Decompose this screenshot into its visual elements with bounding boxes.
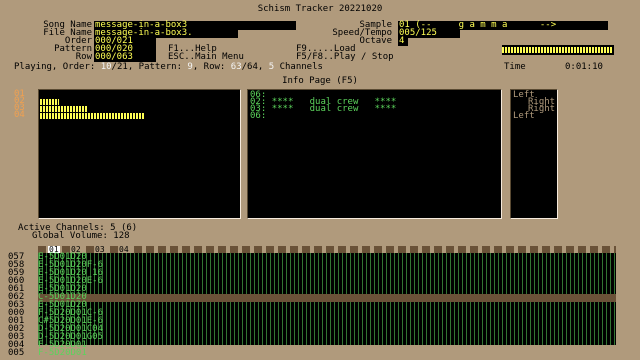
status-order-total: /21 [111, 62, 128, 72]
chan-vu-3 [40, 106, 88, 112]
info-page-title: Info Page (F5) [282, 76, 358, 86]
row-cells: F-5D20D01 [38, 348, 87, 358]
sample-line-3: 03: **** dual crew **** [250, 105, 396, 114]
chan-vu-4 [40, 113, 145, 119]
status-prefix: Playing, Order: [14, 62, 101, 72]
status-row-text: , Row: [192, 62, 231, 72]
master-vu-bar [502, 47, 612, 53]
schism-tracker-screen: Schism Tracker 20221020 Song Name messag… [0, 0, 640, 360]
sample-line-4: 06: [250, 112, 272, 121]
pattern-row[interactable]: 060 E-5D01D20E-6 [8, 277, 616, 286]
status-row: 63 [230, 62, 242, 72]
time-value: 0:01:10 [565, 62, 603, 72]
pattern-row[interactable]: 005 F-5D20D01 [8, 348, 616, 358]
playback-status: Playing, Order: 10/21, Pattern: 9, Row: … [14, 63, 323, 72]
app-title: Schism Tracker 20221020 [257, 4, 383, 14]
row-field[interactable]: 000/063 [94, 53, 156, 62]
pattern-row[interactable]: 062 C-5D01D20 [8, 293, 616, 302]
status-order: 10 [100, 62, 112, 72]
chan-vu-2 [40, 99, 59, 105]
global-volume: Global Volume: 128 [32, 231, 130, 241]
status-row-total: /64 [241, 62, 258, 72]
pattern-row[interactable]: 061 E-5D01D20 [8, 285, 616, 294]
pan-ch4: Left [513, 111, 535, 121]
octave-label: Octave [359, 36, 392, 46]
octave-field[interactable]: 4 [398, 37, 408, 46]
channel-tab-3[interactable]: 03 [94, 246, 106, 254]
time-label: Time [504, 62, 526, 72]
channel-tab-4[interactable]: 04 [118, 246, 130, 254]
pattern-row[interactable]: 003 D-5D20D01G05 [8, 333, 616, 342]
sample-name: **** dual crew **** [271, 104, 397, 114]
pattern-row[interactable]: 004 F-5D20D01 [8, 341, 616, 350]
row-number: 005 [8, 348, 25, 358]
master-vu-meter [502, 45, 614, 55]
sample-num: 06: [250, 111, 267, 121]
help-hint-f5f8[interactable]: F5/F8..Play / Stop [296, 53, 394, 62]
status-channels-text: Channels [274, 62, 323, 72]
row-label: Row [75, 52, 92, 62]
status-pattern-text: , Pattern: [127, 62, 188, 72]
help-hint-esc[interactable]: ESC..Main Menu [168, 53, 244, 62]
chan-num-4: 04 [14, 110, 25, 120]
status-sep: , [257, 62, 269, 72]
